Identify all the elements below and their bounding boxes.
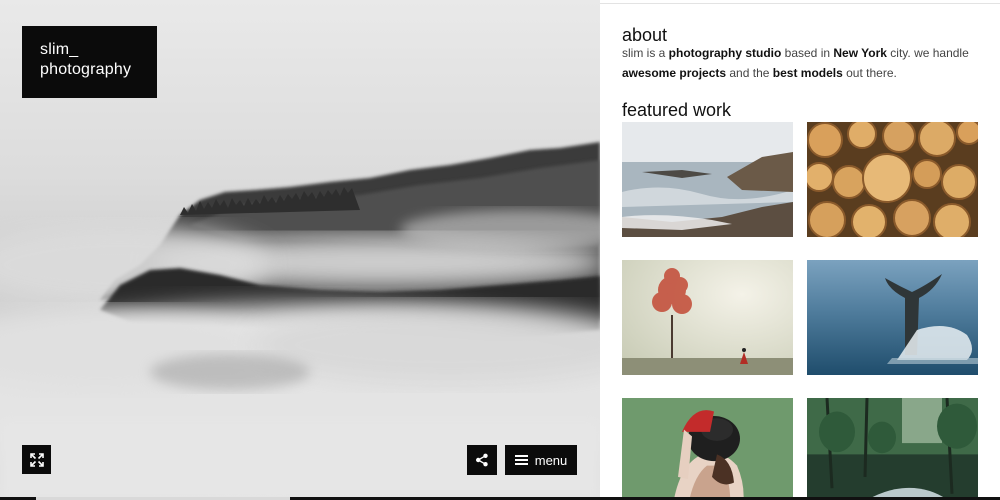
about-highlight: best models xyxy=(772,66,843,80)
about-text-part: out there. xyxy=(842,66,897,80)
site-logo[interactable]: slim_ photography xyxy=(22,26,157,98)
logs-photo xyxy=(807,122,978,237)
about-text-part: city. we handle xyxy=(886,46,969,60)
featured-item-forest-stream[interactable] xyxy=(807,398,978,500)
expand-arrows-icon xyxy=(29,452,44,467)
about-text-part: slim is a xyxy=(622,46,669,60)
red-tree-photo xyxy=(622,260,793,375)
logo-line-1: slim_ xyxy=(40,41,79,58)
menu-label: menu xyxy=(534,452,568,468)
featured-item-red-tree[interactable] xyxy=(622,260,793,375)
divider xyxy=(600,3,1000,4)
share-icon xyxy=(476,453,488,467)
logo-line-2: photography xyxy=(40,61,132,78)
featured-item-whale-tail[interactable] xyxy=(807,260,978,375)
about-text-part: and the xyxy=(726,66,773,80)
featured-item-coastline[interactable] xyxy=(622,122,793,237)
content-panel: about slim is a photography studio based… xyxy=(600,0,1000,500)
featured-item-logs[interactable] xyxy=(807,122,978,237)
menu-button[interactable]: menu xyxy=(505,445,577,475)
about-highlight: photography studio xyxy=(668,46,782,60)
whale-tail-photo xyxy=(807,260,978,375)
page: slim_ photography menu about slim is a p… xyxy=(0,0,1000,500)
hamburger-icon xyxy=(514,455,528,465)
share-button[interactable] xyxy=(467,445,497,475)
forest-stream-photo xyxy=(807,398,978,500)
about-text: slim is a photography studio based in Ne… xyxy=(622,43,982,83)
about-highlight: New York xyxy=(833,46,887,60)
featured-item-woman-hat[interactable] xyxy=(622,398,793,500)
woman-hat-photo xyxy=(622,398,793,500)
featured-heading: featured work xyxy=(622,100,732,120)
about-highlight: awesome projects xyxy=(622,66,727,80)
about-text-part: based in xyxy=(781,46,834,60)
coastline-photo xyxy=(622,122,793,237)
hero-image: slim_ photography menu xyxy=(0,0,600,500)
fullscreen-button[interactable] xyxy=(22,445,51,474)
